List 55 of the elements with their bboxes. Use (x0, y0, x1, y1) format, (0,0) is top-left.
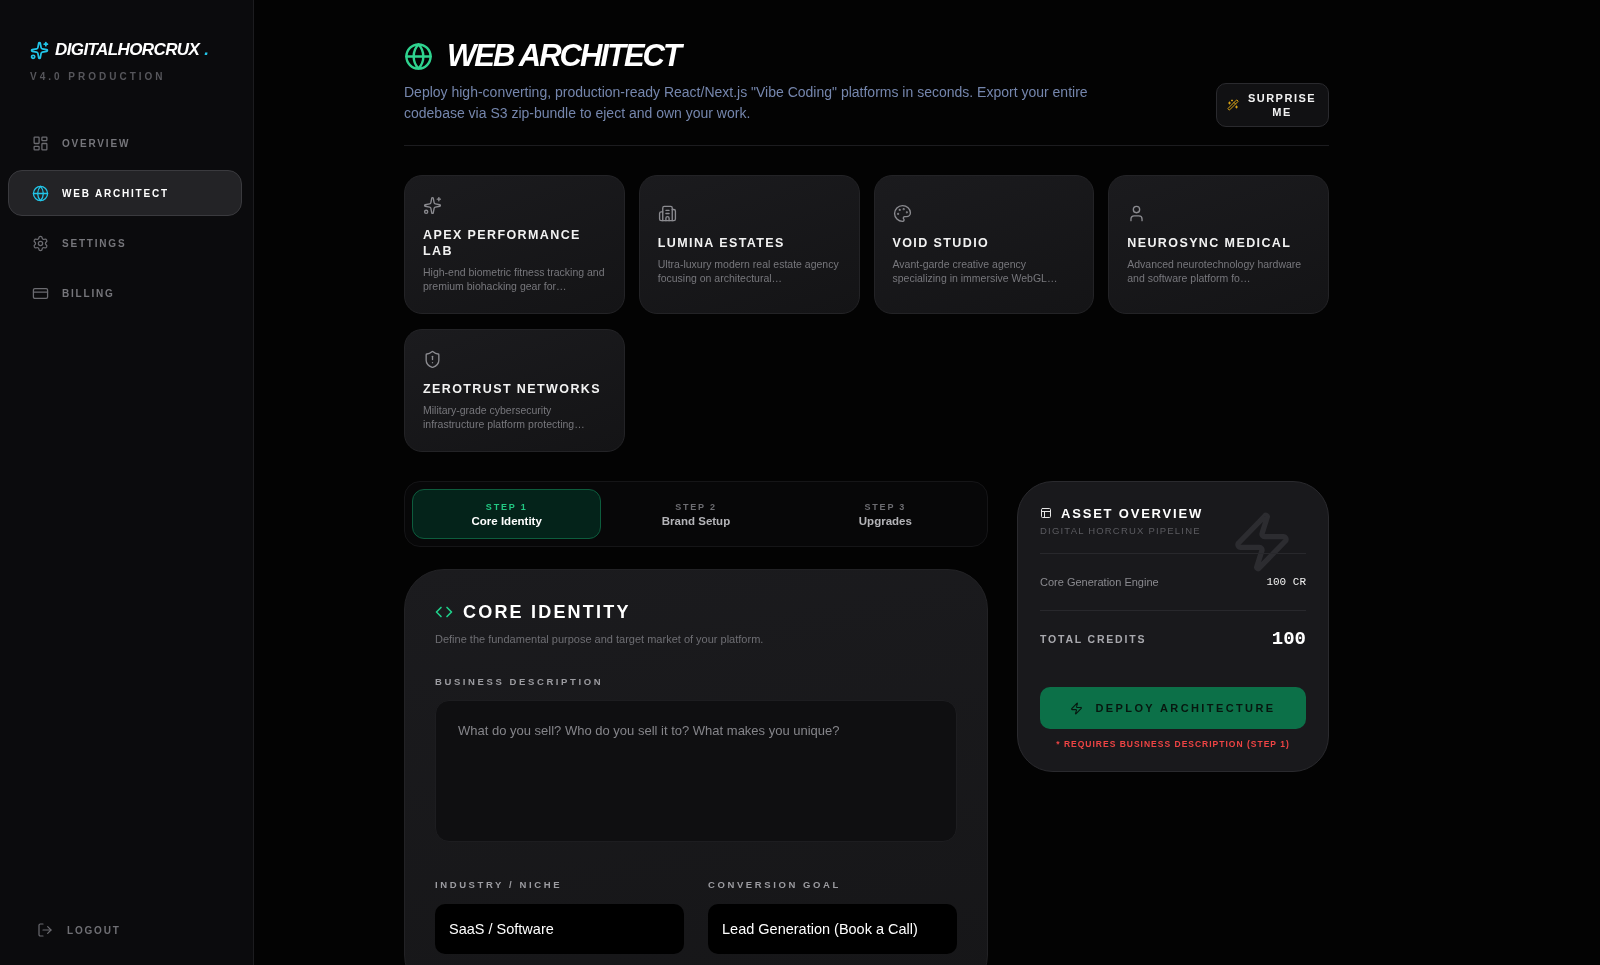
step-tab[interactable]: STEP 1 Core Identity (412, 489, 602, 539)
sparkles-logo-icon (30, 40, 49, 60)
template-card[interactable]: VOID STUDIO Avant-garde creative agency specializing in immersive WebGL… (873, 175, 1095, 314)
template-card[interactable]: ZEROTRUST NETWORKS Military-grade cybersecurity infrastructure platform protecting… (404, 329, 625, 452)
globe-icon (32, 184, 49, 202)
wand-icon (1227, 99, 1239, 111)
palette-icon (892, 204, 912, 223)
card-title: LUMINA ESTATES (657, 235, 786, 251)
line-item-value: 100 CR (1266, 576, 1306, 588)
template-card[interactable]: APEX PERFORMANCE LAB High-end biometric fitness tracking and premium biohacking gear for… (404, 175, 625, 314)
step-tab[interactable]: STEP 2 Brand Setup (601, 489, 791, 539)
version-label: V4.0 PRODUCTION (30, 71, 166, 83)
page-description: Deploy high-converting, production-ready React/Next.js "Vibe Coding" platforms in seconds. Export your entire codebase via S3 zip-bundle to eject and own your work. (404, 83, 1089, 123)
step-tab[interactable]: STEP 3 Upgrades (790, 489, 980, 539)
nav-item[interactable]: OVERVIEW (8, 120, 242, 166)
logout-button[interactable]: LOGOUT (37, 920, 121, 940)
card-title: APEX PERFORMANCE LAB (423, 227, 582, 259)
total-value: 100 (1271, 628, 1306, 650)
layout-icon (1040, 507, 1052, 519)
dashboard-icon (32, 134, 49, 152)
field-label: BUSINESS DESCRIPTION (435, 676, 604, 687)
card-description: High-end biometric fitness tracking and premium biohacking gear for… (423, 265, 606, 293)
nav-item[interactable]: BILLING (8, 270, 242, 316)
shield-exclamation-icon (423, 350, 442, 369)
line-item-label: Core Generation Engine (1040, 576, 1159, 588)
total-label: TOTAL CREDITS (1040, 633, 1147, 645)
template-card[interactable]: LUMINA ESTATES Ultra-luxury modern real estate agency focusing on architectural… (638, 175, 860, 314)
template-card[interactable]: NEUROSYNC MEDICAL Advanced neurotechnology hardware and software platform fo… (1108, 175, 1329, 314)
settings-icon (32, 234, 49, 252)
sparkles-icon (423, 196, 442, 215)
logout-icon (37, 922, 53, 938)
card-description: Ultra-luxury modern real estate agency focusing on architectural… (657, 257, 840, 285)
section-description: Define the fundamental purpose and target market of your platform. (435, 633, 764, 645)
card-description: Military-grade cybersecurity infrastructure platform protecting… (423, 403, 586, 431)
card-title: NEUROSYNC MEDICAL (1127, 235, 1293, 251)
brand-name: DIGITALHORCRUX . (55, 40, 209, 60)
conversion-goal-field[interactable]: Lead Generation (Book a Call) (708, 904, 957, 954)
section-title: CORE IDENTITY (463, 601, 631, 623)
nav-item[interactable]: SETTINGS (8, 220, 242, 266)
field-label: INDUSTRY / NICHE (435, 879, 563, 890)
panel-title: ASSET OVERVIEW (1061, 505, 1203, 521)
lightning-icon (1070, 701, 1084, 715)
industry-field[interactable]: SaaS / Software (435, 904, 684, 954)
card-description: Advanced neurotechnology hardware and software platform fo… (1127, 257, 1303, 285)
nav-item[interactable]: WEB ARCHITECT (8, 170, 242, 216)
building-icon (657, 204, 677, 223)
surprise-button[interactable]: SURPRISE ME (1216, 83, 1329, 127)
requirement-note: * REQUIRES BUSINESS DESCRIPTION (STEP 1) (1055, 739, 1291, 749)
field-label: CONVERSION GOAL (708, 879, 841, 890)
card-description: Avant-garde creative agency specializing in immersive WebGL… (892, 257, 1059, 285)
card-title: VOID STUDIO (892, 235, 991, 251)
globe-icon (404, 41, 433, 71)
card-title: ZEROTRUST NETWORKS (423, 381, 602, 397)
panel-subtitle: DIGITAL HORCRUX PIPELINE (1040, 525, 1201, 537)
business-description-field[interactable]: What do you sell? Who do you sell it to? What makes you unique? (435, 700, 957, 842)
